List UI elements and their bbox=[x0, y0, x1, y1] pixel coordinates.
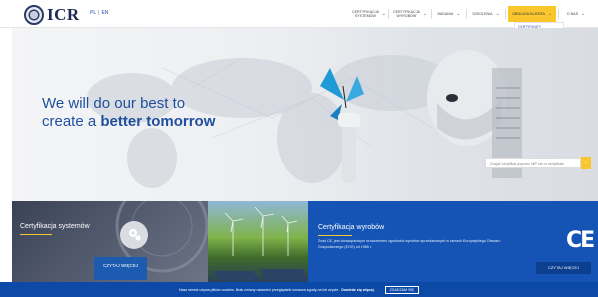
hero-headline-line1: We will do our best to bbox=[42, 95, 186, 112]
logo[interactable]: ICR bbox=[24, 5, 80, 25]
wind-solar-photo bbox=[208, 201, 308, 282]
hero-headline: We will do our best to create a better t… bbox=[42, 95, 215, 131]
chevron-down-icon: ⌄ bbox=[580, 11, 586, 17]
cookie-text: Nasz serwis używa plików cookies. Brak z… bbox=[179, 287, 340, 292]
chevron-down-icon: ⌄ bbox=[381, 11, 386, 17]
chevron-down-icon: ⌄ bbox=[495, 11, 500, 17]
lang-en-link[interactable]: EN bbox=[101, 10, 108, 16]
gear-head-icon bbox=[120, 221, 148, 249]
nav-obsluga-klienta[interactable]: OBSŁUGA KLIENTA ⌄ bbox=[508, 6, 556, 22]
nav-divider bbox=[505, 9, 506, 19]
nav-divider bbox=[388, 9, 389, 19]
card-products-read-more-button[interactable]: CZYTAJ WIĘCEJ bbox=[536, 262, 591, 274]
logo-seal-icon bbox=[24, 5, 44, 25]
cookie-bar: Nasz serwis używa plików cookies. Brak z… bbox=[0, 282, 598, 297]
card-products-title: Certyfikacja wyrobów bbox=[318, 224, 385, 236]
chevron-down-icon: ⌄ bbox=[456, 11, 461, 17]
nav-divider bbox=[466, 9, 467, 19]
nav-label: CERTYFIKACJA WYROBÓW bbox=[393, 10, 420, 18]
hero-headline-line2: create a better tomorrow bbox=[42, 113, 215, 131]
nav-label: OBSŁUGA KLIENTA bbox=[511, 12, 545, 16]
card-systems-read-more-button[interactable]: CZYTAJ WIĘCEJ bbox=[94, 257, 147, 280]
nav-label: O NAS bbox=[566, 12, 578, 16]
nav-szkolenia[interactable]: SZKOLENIA ⌄ bbox=[469, 6, 503, 22]
lang-pl-link[interactable]: PL bbox=[90, 10, 96, 16]
ce-mark-logo: CE bbox=[566, 228, 595, 253]
card-products-description: Znak CE, jest obowiązkowym oznaczeniem z… bbox=[318, 239, 501, 249]
lang-separator: | bbox=[98, 10, 100, 16]
nav-divider bbox=[558, 9, 559, 19]
chevron-down-icon: ⌄ bbox=[422, 11, 427, 17]
nav-divider bbox=[431, 9, 432, 19]
nav-badania[interactable]: BADANIA ⌄ bbox=[434, 6, 464, 22]
search-button[interactable]: › bbox=[581, 157, 591, 169]
nav-certyfikacja-systemow[interactable]: CERTYFIKACJA SYSTEMÓW ⌄ bbox=[352, 6, 386, 22]
cookie-accept-button[interactable]: ZGADZAM SIĘ bbox=[384, 285, 419, 294]
chevron-down-icon: ⌄ bbox=[547, 11, 553, 17]
main-nav: CERTYFIKACJA SYSTEMÓW ⌄ CERTYFIKACJA WYRO… bbox=[352, 6, 591, 22]
card-systems-title: Certyfikacja systemów bbox=[20, 223, 90, 235]
hero-banner: We will do our best to create a better t… bbox=[12, 28, 598, 201]
certificate-search-input[interactable]: Znajdź certyfikat poprzez NIP lub nr cer… bbox=[485, 158, 581, 168]
language-switcher: PL | EN bbox=[90, 10, 110, 16]
hero-headline-bold: better tomorrow bbox=[100, 113, 216, 130]
nav-certyfikacja-wyrobow[interactable]: CERTYFIKACJA WYROBÓW ⌄ bbox=[391, 6, 429, 22]
cookie-learn-more-link[interactable]: Dowiedz się więcej. bbox=[341, 288, 374, 292]
hero-headline-text: create a bbox=[42, 113, 101, 130]
logo-text: ICR bbox=[47, 5, 80, 24]
card-certyfikacja-systemow: Certyfikacja systemów CZYTAJ WIĘCEJ bbox=[12, 201, 208, 282]
nav-label: SZKOLENIA bbox=[472, 12, 493, 16]
nav-label: BADANIA bbox=[437, 12, 454, 16]
nav-label: CERTYFIKACJA SYSTEMÓW bbox=[352, 10, 379, 18]
nav-o-nas[interactable]: O NAS ⌄ bbox=[561, 6, 591, 22]
site-header: ICR PL | EN CERTYFIKACJA SYSTEMÓW ⌄ CERTYFI… bbox=[0, 0, 598, 28]
wind-turbines-image bbox=[213, 206, 308, 281]
